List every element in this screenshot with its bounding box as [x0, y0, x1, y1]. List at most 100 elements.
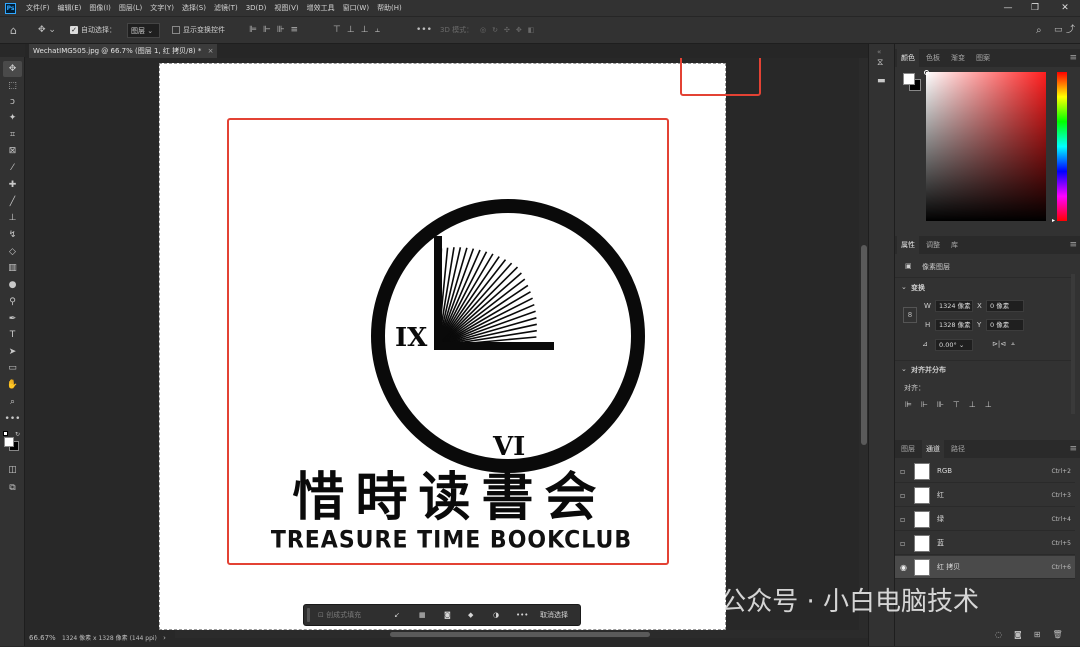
- menu-type[interactable]: 文字(Y): [146, 3, 178, 13]
- marquee-tool-icon[interactable]: ⬚: [3, 78, 22, 94]
- link-proportions-icon[interactable]: 8: [903, 307, 917, 323]
- panel-color-swatches[interactable]: [903, 73, 923, 93]
- show-transform-checkbox[interactable]: [172, 23, 180, 38]
- align-baseline-icon[interactable]: ⫠: [375, 23, 386, 38]
- deselect-button[interactable]: 取消选择: [540, 609, 568, 622]
- flip-horizontal-icon[interactable]: ⊳|⊲: [992, 340, 1006, 348]
- align-left-icon[interactable]: ⊫: [905, 400, 921, 409]
- zoom-tool-icon[interactable]: ⌕: [3, 394, 22, 410]
- align-left-icon[interactable]: ⊫: [249, 23, 263, 38]
- comments-panel-icon[interactable]: ▬: [877, 76, 886, 86]
- color-picker-marker[interactable]: [924, 70, 929, 75]
- tab-patterns[interactable]: 图案: [972, 49, 994, 67]
- maximize-button[interactable]: ❐: [1022, 0, 1048, 16]
- hue-slider-handle[interactable]: ▸: [1052, 217, 1055, 224]
- stamp-tool-icon[interactable]: ⊥: [3, 210, 22, 226]
- align-vertical-buttons[interactable]: ⊤⊥⊥⫠: [333, 23, 386, 38]
- frame-tool-icon[interactable]: ⊠: [3, 143, 22, 159]
- visibility-toggle-icon[interactable]: ▫: [900, 532, 905, 555]
- panel-foreground-swatch[interactable]: [903, 73, 915, 85]
- y-field[interactable]: 0 像素: [986, 319, 1024, 331]
- tab-swatches[interactable]: 色板: [922, 49, 944, 67]
- align-center-icon[interactable]: ⊩: [263, 23, 277, 38]
- delete-channel-icon[interactable]: 🗑: [1052, 630, 1074, 639]
- menu-file[interactable]: 文件(F): [22, 3, 54, 13]
- auto-select-checkbox[interactable]: ✓: [70, 23, 78, 38]
- align-right-icon[interactable]: ⊪: [277, 23, 291, 38]
- menu-help[interactable]: 帮助(H): [373, 3, 406, 13]
- tab-properties[interactable]: 属性: [897, 236, 919, 254]
- menu-layer[interactable]: 图层(L): [115, 3, 146, 13]
- collapse-arrows-icon[interactable]: «: [877, 48, 881, 56]
- properties-scrollbar[interactable]: [1071, 274, 1075, 414]
- default-colors-icon[interactable]: [3, 431, 8, 436]
- crop-tool-icon[interactable]: ⌗: [3, 127, 22, 143]
- align-chevron-icon[interactable]: ⌄: [901, 365, 907, 373]
- edit-toolbar-icon[interactable]: •••: [3, 411, 22, 427]
- x-field[interactable]: 0 像素: [986, 300, 1024, 312]
- workspace-icon[interactable]: ▭: [1054, 23, 1063, 38]
- align-icons-row[interactable]: ⊫⊩⊪⊤⊥⊥: [905, 400, 1001, 409]
- tab-color[interactable]: 颜色: [897, 49, 919, 67]
- channel-row-selected[interactable]: ◉ 红 拷贝 Ctrl+6: [895, 556, 1075, 579]
- panel-menu-icon[interactable]: ≡: [1069, 49, 1077, 67]
- select-subject-icon[interactable]: ▦: [419, 609, 426, 622]
- hue-slider[interactable]: [1057, 72, 1067, 221]
- align-buttons[interactable]: ⊫⊩⊪≡: [249, 23, 304, 38]
- adjustment-icon[interactable]: ◑: [493, 609, 499, 622]
- align-bottom-icon[interactable]: ⊥: [985, 400, 1001, 409]
- menu-filter[interactable]: 滤镜(T): [210, 3, 242, 13]
- dodge-tool-icon[interactable]: ⚲: [3, 294, 22, 310]
- menu-window[interactable]: 窗口(W): [339, 3, 373, 13]
- home-icon[interactable]: ⌂: [10, 23, 17, 38]
- foreground-color-swatch[interactable]: [4, 437, 14, 447]
- align-hcenter-icon[interactable]: ⊩: [921, 400, 937, 409]
- mask-icon[interactable]: ◙: [444, 609, 451, 622]
- modify-selection-icon[interactable]: ↙: [394, 609, 400, 622]
- eye-icon[interactable]: ◉: [900, 556, 907, 579]
- visibility-toggle-icon[interactable]: ▫: [900, 460, 905, 483]
- visibility-toggle-icon[interactable]: ▫: [900, 484, 905, 507]
- flip-vertical-icon[interactable]: ⩡: [1011, 340, 1015, 349]
- width-field[interactable]: 1324 像素: [935, 300, 973, 312]
- history-panel-icon[interactable]: ⧖: [877, 58, 883, 68]
- menu-select[interactable]: 选择(S): [178, 3, 210, 13]
- tab-layers[interactable]: 图层: [897, 440, 919, 458]
- color-field[interactable]: [926, 72, 1046, 221]
- search-icon[interactable]: ⌕: [1036, 23, 1042, 38]
- zoom-level[interactable]: 66.67%: [29, 634, 56, 642]
- drag-handle[interactable]: [307, 608, 310, 622]
- shape-tool-icon[interactable]: ▭: [3, 360, 22, 376]
- healing-brush-icon[interactable]: ✚: [3, 177, 22, 193]
- more-options-icon[interactable]: •••: [416, 23, 432, 38]
- close-tab-icon[interactable]: ×: [208, 47, 214, 55]
- menu-view[interactable]: 视图(V): [270, 3, 302, 13]
- minimize-button[interactable]: —: [995, 0, 1021, 16]
- horizontal-scroll-thumb[interactable]: [390, 632, 650, 637]
- align-right-icon[interactable]: ⊪: [937, 400, 953, 409]
- quick-mask-icon[interactable]: ◫: [3, 462, 22, 478]
- channel-row[interactable]: ▫ 绿 Ctrl+4: [895, 508, 1075, 531]
- color-swatches[interactable]: ↻: [3, 431, 21, 453]
- tab-adjustments[interactable]: 调整: [922, 236, 944, 254]
- document-canvas[interactable]: IX VI 惜時读書会 TREASURE TIME BOOKCLUB: [159, 58, 761, 630]
- canvas-area[interactable]: IX VI 惜時读書会 TREASURE TIME BOOKCLUB: [25, 58, 859, 630]
- menu-plugins[interactable]: 增效工具: [303, 3, 339, 13]
- load-selection-icon[interactable]: ◌: [995, 630, 1014, 639]
- visibility-toggle-icon[interactable]: ▫: [900, 508, 905, 531]
- move-tool-preset-icon[interactable]: ✥ ⌄: [38, 23, 56, 38]
- transform-chevron-icon[interactable]: ⌄: [901, 283, 907, 291]
- tab-gradients[interactable]: 渐变: [947, 49, 969, 67]
- brush-tool-icon[interactable]: ╱: [3, 194, 22, 210]
- generative-fill-button[interactable]: ⊡ 创成式填充: [318, 609, 361, 622]
- eyedropper-icon[interactable]: ⁄: [3, 160, 22, 176]
- menu-3d[interactable]: 3D(D): [242, 4, 271, 12]
- close-window-button[interactable]: ✕: [1052, 0, 1078, 16]
- align-middle-icon[interactable]: ⊥: [347, 23, 361, 38]
- more-actions-icon[interactable]: •••: [516, 609, 528, 622]
- new-channel-icon[interactable]: ⊞: [1034, 630, 1053, 639]
- gradient-tool-icon[interactable]: ▥: [3, 260, 22, 276]
- lasso-tool-icon[interactable]: ↄ: [3, 94, 22, 110]
- screen-mode-icon[interactable]: ⧉: [3, 480, 22, 496]
- document-tab[interactable]: WechatIMG505.jpg @ 66.7% (图层 1, 红 拷贝/8) …: [29, 44, 218, 58]
